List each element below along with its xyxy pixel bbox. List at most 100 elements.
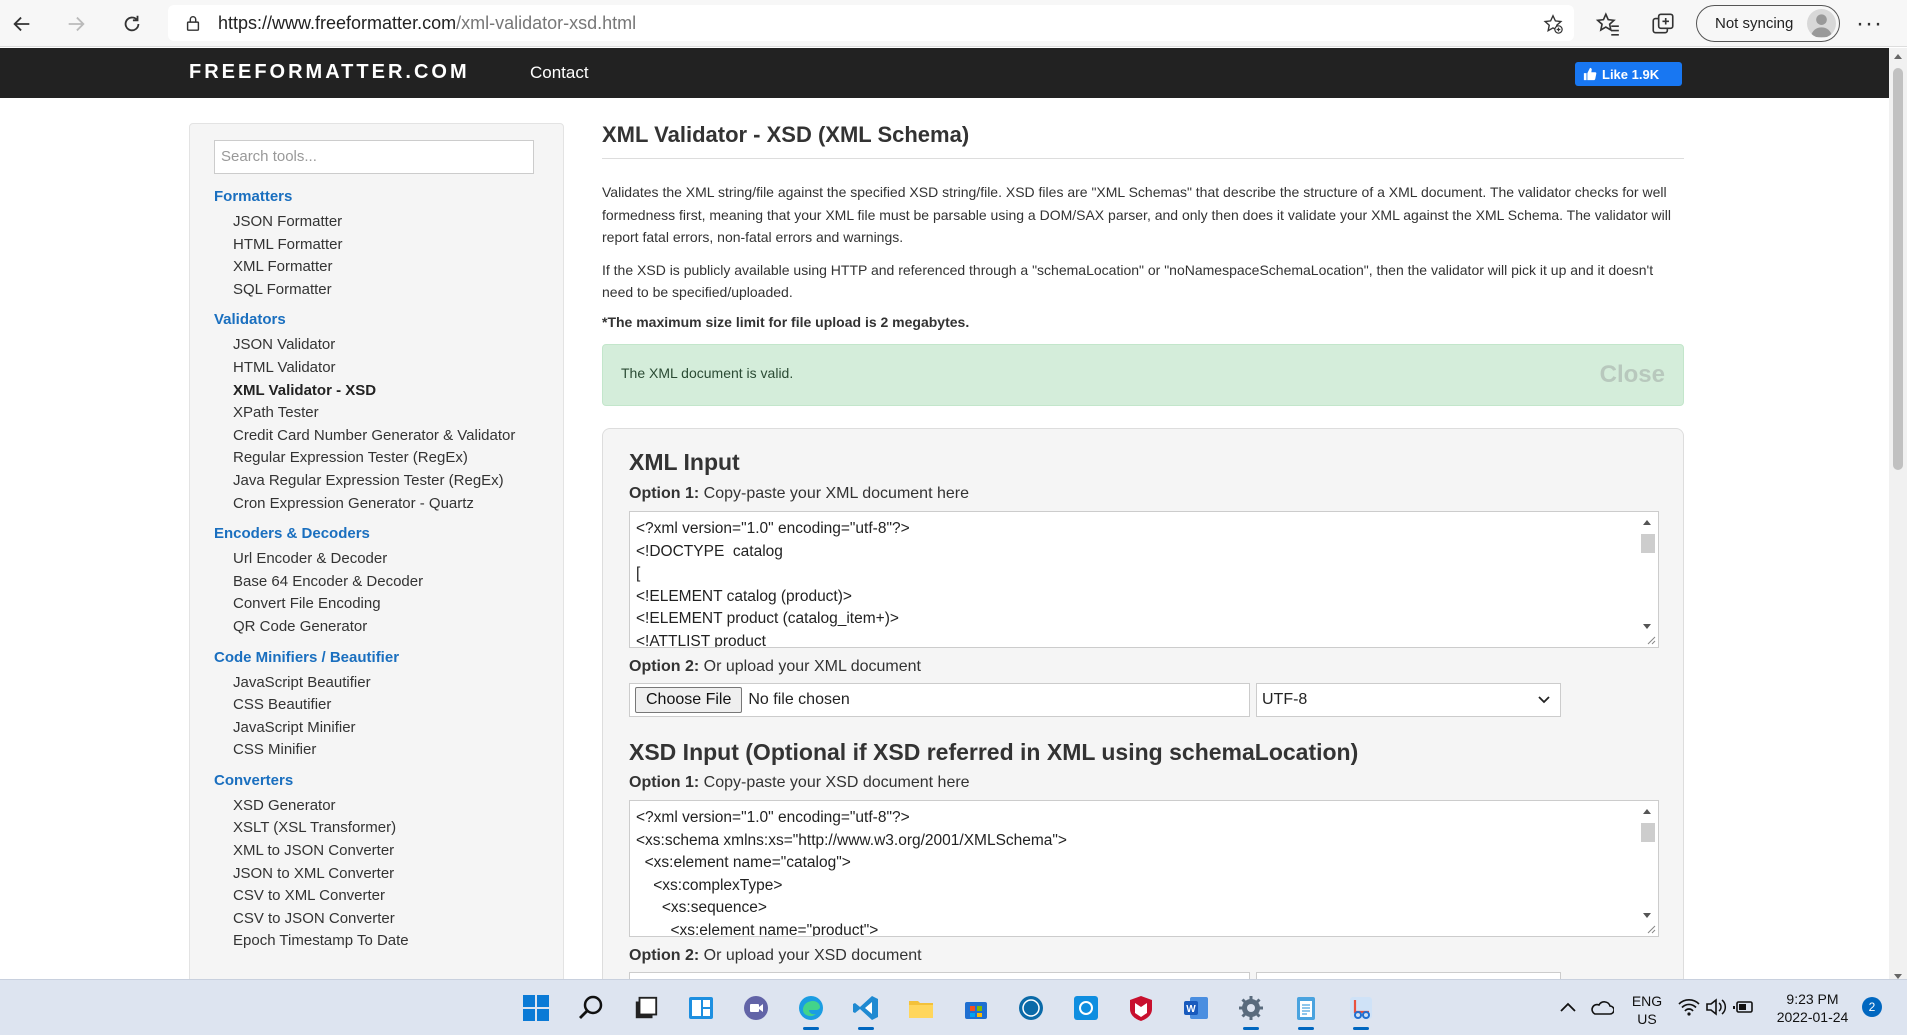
sidebar-item-java-regex-tester[interactable]: Java Regular Expression Tester (RegEx) <box>233 470 539 493</box>
resize-grip-icon[interactable] <box>1644 633 1656 645</box>
store-icon[interactable] <box>960 992 992 1024</box>
sidebar-item-sql-formatter[interactable]: SQL Formatter <box>233 279 539 302</box>
edge-icon[interactable] <box>795 992 827 1030</box>
sidebar-section-formatters: Formatters <box>214 188 293 205</box>
file-status: No file chosen <box>748 691 850 708</box>
file-explorer-icon[interactable] <box>905 992 937 1024</box>
sidebar-item-qr-generator[interactable]: QR Code Generator <box>233 616 539 639</box>
notepad-icon[interactable] <box>1290 992 1322 1030</box>
cortana-icon[interactable] <box>1070 992 1102 1024</box>
sidebar-item-csv-to-xml[interactable]: CSV to XML Converter <box>233 885 539 908</box>
chat-icon[interactable] <box>740 992 772 1024</box>
choose-file-button[interactable]: Choose File <box>635 687 743 713</box>
word-icon[interactable]: W <box>1180 992 1212 1024</box>
sidebar-section-validators: Validators <box>214 311 286 329</box>
sidebar-item-css-minifier[interactable]: CSS Minifier <box>233 739 539 762</box>
page-scrollbar[interactable] <box>1889 48 1907 985</box>
sidebar-item-base64-encoder[interactable]: Base 64 Encoder & Decoder <box>233 571 539 594</box>
sidebar-item-convert-encoding[interactable]: Convert File Encoding <box>233 593 539 616</box>
language-indicator[interactable]: ENG US <box>1627 992 1667 1028</box>
clock-time: 9:23 PM <box>1786 991 1839 1007</box>
facebook-like-label: Like 1.9K <box>1602 66 1660 82</box>
xml-textarea-scrollbar[interactable] <box>1639 514 1656 631</box>
page-title: XML Validator - XSD (XML Schema) <box>602 118 1684 159</box>
nav-contact-link[interactable]: Contact <box>530 63 589 83</box>
encoding-select[interactable]: UTF-8 <box>1256 683 1561 717</box>
sidebar-item-js-minifier[interactable]: JavaScript Minifier <box>233 717 539 740</box>
scrollbar-thumb[interactable] <box>1893 68 1903 470</box>
sidebar-item-url-encoder[interactable]: Url Encoder & Decoder <box>233 548 539 571</box>
facebook-like-button[interactable]: Like 1.9K <box>1575 62 1682 86</box>
address-bar[interactable]: https://www.freeformatter.com/xml-valida… <box>168 5 1574 41</box>
sidebar-item-xml-to-json[interactable]: XML to JSON Converter <box>233 840 539 863</box>
sidebar-item-json-validator[interactable]: JSON Validator <box>233 334 539 357</box>
close-alert-button[interactable]: Close <box>1600 361 1665 389</box>
forward-button[interactable] <box>60 8 92 40</box>
sidebar-item-csv-to-json[interactable]: CSV to JSON Converter <box>233 908 539 931</box>
volume-icon[interactable] <box>1705 998 1727 1016</box>
dell-icon[interactable] <box>1015 992 1047 1024</box>
search-tools-input[interactable]: Search tools... <box>214 140 534 174</box>
xsd-option2-bold: Option 2: <box>629 947 700 964</box>
browser-toolbar: https://www.freeformatter.com/xml-valida… <box>0 0 1907 47</box>
clock[interactable]: 9:23 PM 2022-01-24 <box>1770 990 1855 1026</box>
settings-icon[interactable] <box>1235 992 1267 1030</box>
snipping-tool-icon[interactable] <box>1345 992 1377 1030</box>
xsd-input-textarea[interactable]: <?xml version="1.0" encoding="utf-8"?> <… <box>629 800 1659 937</box>
favorites-icon[interactable] <box>1595 11 1621 37</box>
url-path: /xml-validator-xsd.html <box>456 12 637 33</box>
sidebar-item-js-beautifier[interactable]: JavaScript Beautifier <box>233 672 539 695</box>
resize-grip-icon[interactable] <box>1644 922 1656 934</box>
sidebar-section-minifiers: Code Minifiers / Beautifier <box>214 648 400 666</box>
sidebar-item-html-validator[interactable]: HTML Validator <box>233 357 539 380</box>
xml-option2-text: Or upload your XML document <box>699 658 921 675</box>
wifi-icon[interactable] <box>1678 998 1700 1016</box>
profile-sync-button[interactable]: Not syncing <box>1696 5 1840 42</box>
sidebar-item-xsd-generator[interactable]: XSD Generator <box>233 795 539 818</box>
xml-option1-bold: Option 1: <box>629 485 700 502</box>
scroll-up-icon[interactable] <box>1894 54 1902 59</box>
battery-icon[interactable] <box>1733 999 1755 1015</box>
region-code: US <box>1637 1011 1657 1027</box>
sidebar-item-html-formatter[interactable]: HTML Formatter <box>233 234 539 257</box>
start-icon[interactable] <box>520 992 552 1024</box>
thumbs-up-icon <box>1583 67 1597 81</box>
chevron-up-icon[interactable] <box>1560 1001 1576 1013</box>
xsd-textarea-scrollbar[interactable] <box>1639 803 1656 920</box>
url-domain: https://www.freeformatter.com <box>218 12 457 33</box>
mcafee-icon[interactable] <box>1125 992 1157 1024</box>
sidebar-item-xpath-tester[interactable]: XPath Tester <box>233 402 539 425</box>
collections-icon[interactable] <box>1650 11 1676 37</box>
search-icon[interactable] <box>575 992 607 1024</box>
widgets-icon[interactable] <box>685 992 717 1024</box>
onedrive-icon[interactable] <box>1590 998 1614 1016</box>
xsd-option2-label: Option 2: Or upload your XSD document <box>629 947 922 965</box>
xsd-input-code: <?xml version="1.0" encoding="utf-8"?> <… <box>636 809 1067 937</box>
xml-input-textarea[interactable]: <?xml version="1.0" encoding="utf-8"?> <… <box>629 511 1659 648</box>
add-favorite-icon[interactable] <box>1542 13 1564 35</box>
sidebar: Search tools... Formatters JSON Formatte… <box>189 123 564 985</box>
sidebar-item-xslt[interactable]: XSLT (XSL Transformer) <box>233 817 539 840</box>
site-header: FREEFORMATTER.COM Contact Like 1.9K <box>0 48 1889 98</box>
sidebar-section-converters: Converters <box>214 771 294 789</box>
more-options-icon[interactable]: ··· <box>1856 10 1883 38</box>
sidebar-item-epoch-timestamp[interactable]: Epoch Timestamp To Date <box>233 930 539 953</box>
sidebar-item-credit-card[interactable]: Credit Card Number Generator & Validator <box>233 425 539 448</box>
sidebar-item-json-to-xml[interactable]: JSON to XML Converter <box>233 863 539 886</box>
back-button[interactable] <box>6 8 38 40</box>
xsd-input-heading: XSD Input (Optional if XSD referred in X… <box>629 739 1359 765</box>
site-logo[interactable]: FREEFORMATTER.COM <box>189 61 470 84</box>
xml-input-heading: XML Input <box>629 449 740 475</box>
sidebar-item-regex-tester[interactable]: Regular Expression Tester (RegEx) <box>233 447 539 470</box>
xml-file-upload: Choose File No file chosen <box>629 683 1250 717</box>
sidebar-item-xml-validator-xsd[interactable]: XML Validator - XSD <box>233 380 539 403</box>
sidebar-item-css-beautifier[interactable]: CSS Beautifier <box>233 694 539 717</box>
sidebar-item-json-formatter[interactable]: JSON Formatter <box>233 211 539 234</box>
task-view-icon[interactable] <box>630 992 662 1024</box>
vscode-icon[interactable] <box>850 992 882 1030</box>
sidebar-item-xml-formatter[interactable]: XML Formatter <box>233 256 539 279</box>
refresh-button[interactable] <box>116 8 148 40</box>
encoding-value: UTF-8 <box>1262 691 1308 708</box>
sidebar-item-cron-generator[interactable]: Cron Expression Generator - Quartz <box>233 493 539 516</box>
notification-badge[interactable]: 2 <box>1862 997 1882 1017</box>
